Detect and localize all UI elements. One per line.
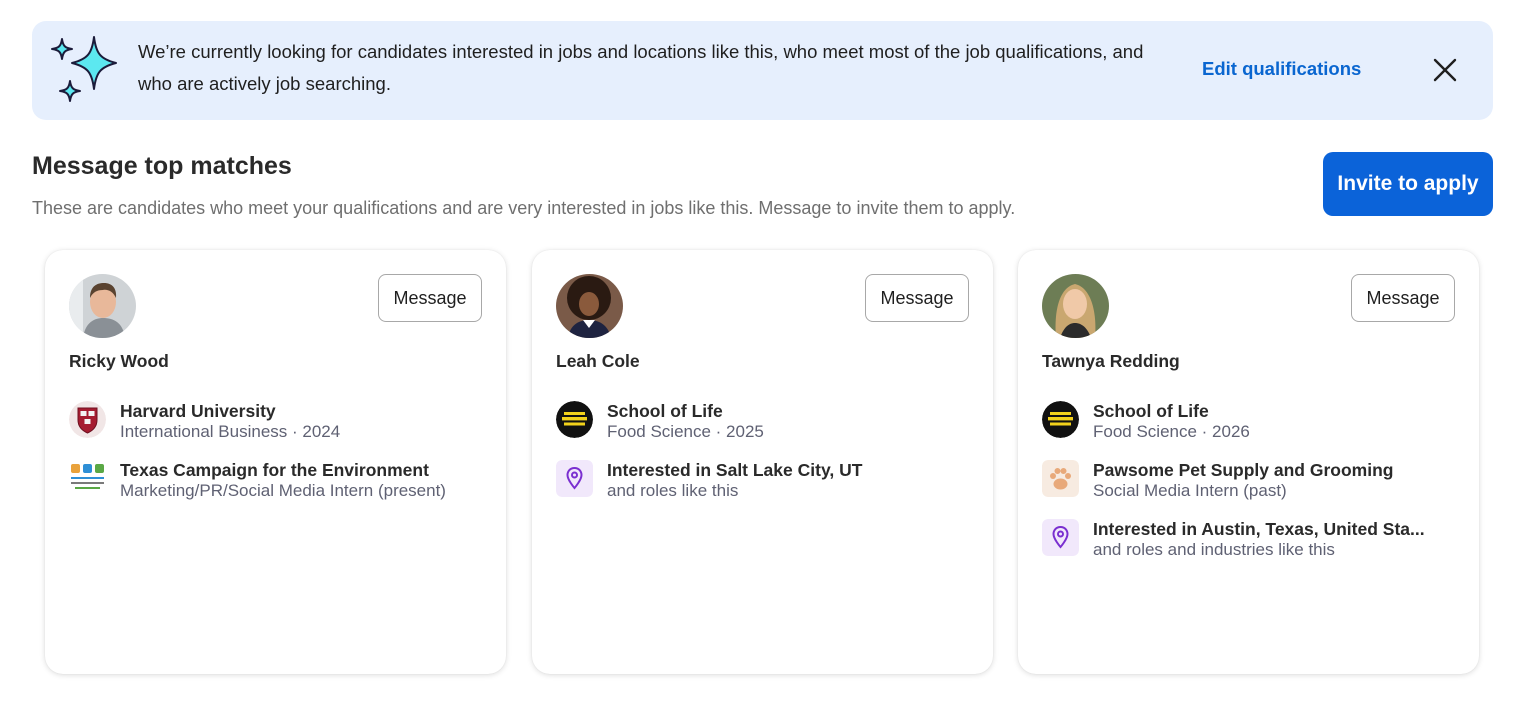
avatar	[1042, 274, 1109, 338]
banner-message: We’re currently looking for candidates i…	[138, 41, 1144, 94]
edit-qualifications-link[interactable]: Edit qualifications	[1202, 58, 1361, 80]
page: We’re currently looking for candidates i…	[0, 0, 1520, 702]
harvard-crest-icon	[69, 401, 106, 438]
detail-title: School of Life	[607, 401, 723, 421]
detail-title: Pawsome Pet Supply and Grooming	[1093, 460, 1394, 480]
detail-title: Texas Campaign for the Environment	[120, 460, 429, 480]
section-subtitle: These are candidates who meet your quali…	[32, 198, 1016, 218]
school-of-life-logo-icon	[1042, 401, 1079, 438]
education-item: School of Life Food Science · 2025	[556, 401, 976, 445]
school-of-life-logo-icon	[556, 401, 593, 438]
invite-to-apply-button[interactable]: Invite to apply	[1323, 152, 1493, 216]
info-banner: We’re currently looking for candidates i…	[32, 21, 1493, 120]
message-button[interactable]: Message	[1351, 274, 1455, 322]
detail-subtitle: International Business · 2024	[120, 422, 341, 441]
sparkle-icon	[51, 36, 117, 102]
detail-subtitle: and roles and industries like this	[1093, 540, 1335, 559]
candidate-card-tawnya-redding[interactable]: Message Tawnya Redding School of Life Fo…	[1018, 250, 1479, 674]
education-item: School of Life Food Science · 2026	[1042, 401, 1462, 445]
candidate-card-leah-cole[interactable]: Message Leah Cole School of Life Food Sc…	[532, 250, 993, 674]
detail-title: School of Life	[1093, 401, 1209, 421]
detail-subtitle: and roles like this	[607, 481, 739, 500]
detail-title: Interested in Austin, Texas, United Sta.…	[1093, 519, 1425, 539]
candidate-name: Ricky Wood	[69, 351, 169, 371]
candidate-name: Leah Cole	[556, 351, 640, 371]
detail-subtitle: Social Media Intern (past)	[1093, 481, 1287, 500]
detail-title: Harvard University	[120, 401, 276, 421]
location-interest-item: Interested in Austin, Texas, United Sta.…	[1042, 519, 1462, 563]
location-pin-icon	[556, 460, 593, 497]
close-icon[interactable]	[1432, 57, 1458, 83]
avatar	[556, 274, 623, 338]
candidate-card-ricky-wood[interactable]: Message Ricky Wood Harvard University In…	[45, 250, 506, 674]
texas-campaign-logo-icon	[69, 460, 106, 497]
section-title: Message top matches	[32, 152, 292, 180]
detail-title: Interested in Salt Lake City, UT	[607, 460, 863, 480]
experience-item: Texas Campaign for the Environment Marke…	[69, 460, 489, 504]
detail-subtitle: Marketing/PR/Social Media Intern (presen…	[120, 481, 446, 500]
detail-subtitle: Food Science · 2026	[1093, 422, 1250, 441]
paw-print-icon	[1042, 460, 1079, 497]
education-item: Harvard University International Busines…	[69, 401, 489, 445]
location-pin-icon	[1042, 519, 1079, 556]
candidate-name: Tawnya Redding	[1042, 351, 1180, 371]
location-interest-item: Interested in Salt Lake City, UT and rol…	[556, 460, 976, 504]
detail-subtitle: Food Science · 2025	[607, 422, 764, 441]
experience-item: Pawsome Pet Supply and Grooming Social M…	[1042, 460, 1462, 504]
avatar	[69, 274, 136, 338]
message-button[interactable]: Message	[865, 274, 969, 322]
message-button[interactable]: Message	[378, 274, 482, 322]
